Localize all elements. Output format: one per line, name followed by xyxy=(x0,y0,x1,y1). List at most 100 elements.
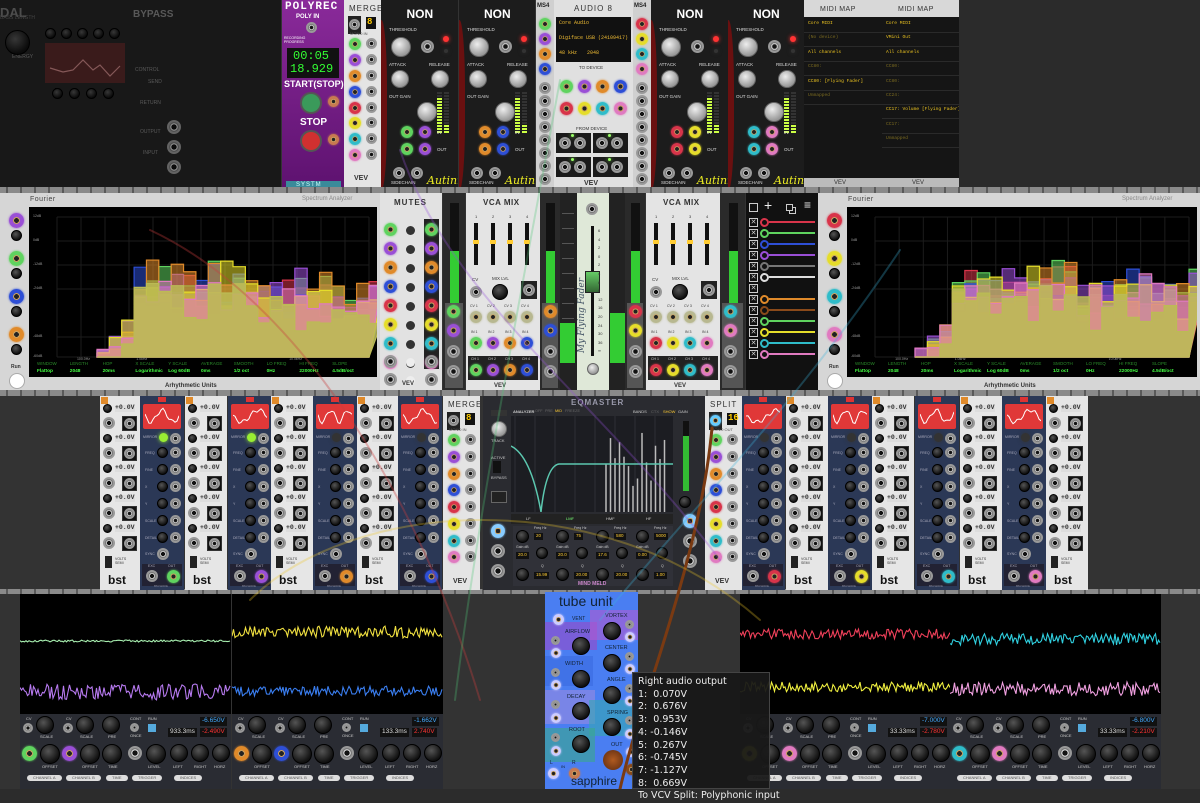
jack-icon[interactable] xyxy=(984,478,995,489)
knob-icon[interactable] xyxy=(492,284,508,300)
run-toggle[interactable] xyxy=(1078,724,1086,732)
knob-icon[interactable] xyxy=(932,447,943,458)
fader-handle[interactable] xyxy=(653,240,659,244)
cable-jack-icon[interactable] xyxy=(636,33,648,45)
cable-jack-icon[interactable] xyxy=(349,69,361,82)
jack-icon[interactable] xyxy=(539,173,551,185)
jack-icon[interactable] xyxy=(523,284,535,296)
remove-cable-checkbox[interactable]: ✕ xyxy=(749,240,758,249)
jack-icon[interactable] xyxy=(258,532,269,543)
cable-jack-icon[interactable] xyxy=(942,570,955,583)
jack-icon[interactable] xyxy=(128,746,142,760)
jack-icon[interactable] xyxy=(103,537,115,549)
knob-icon[interactable] xyxy=(556,530,569,543)
mode-switch[interactable] xyxy=(791,556,798,568)
knob-icon[interactable] xyxy=(963,404,972,413)
jack-icon[interactable] xyxy=(465,467,476,479)
cable-jack-icon[interactable] xyxy=(328,134,339,145)
knob-icon[interactable] xyxy=(875,524,884,533)
jack-icon[interactable] xyxy=(963,507,975,519)
jack-icon[interactable] xyxy=(274,537,286,549)
jack-icon[interactable] xyxy=(124,478,135,489)
knob-icon[interactable] xyxy=(102,744,122,764)
cable-jack-icon[interactable] xyxy=(952,746,967,761)
jack-icon[interactable] xyxy=(366,53,377,65)
knob-icon[interactable] xyxy=(382,744,400,762)
knob-icon[interactable] xyxy=(1049,464,1058,473)
jack-icon[interactable] xyxy=(360,537,372,549)
knob-icon[interactable] xyxy=(76,716,94,734)
knob-icon[interactable] xyxy=(932,498,943,509)
jack-icon[interactable] xyxy=(727,434,738,445)
jack-icon[interactable] xyxy=(428,433,439,444)
jack-icon[interactable] xyxy=(366,117,377,129)
jack-icon[interactable] xyxy=(360,447,372,459)
jack-icon[interactable] xyxy=(258,481,269,492)
cable-jack-icon[interactable] xyxy=(470,364,482,376)
knob-icon[interactable] xyxy=(687,102,707,122)
jack-icon[interactable] xyxy=(771,532,782,543)
knob-icon[interactable] xyxy=(245,481,256,492)
jack-icon[interactable] xyxy=(1032,481,1043,492)
param-value[interactable]: 22000Hz xyxy=(299,369,318,375)
jack-icon[interactable] xyxy=(209,448,220,459)
cable-jack-icon[interactable] xyxy=(349,101,361,114)
jack-icon[interactable] xyxy=(381,448,392,459)
jack-icon[interactable] xyxy=(428,515,439,526)
cable-jack-icon[interactable] xyxy=(650,337,662,349)
knob-icon[interactable] xyxy=(509,70,527,88)
param-value[interactable]: 22000Hz xyxy=(1119,369,1138,375)
jack-icon[interactable] xyxy=(945,433,956,444)
knob-icon[interactable] xyxy=(845,498,856,509)
cable-jack-icon[interactable] xyxy=(448,501,460,513)
jack-icon[interactable] xyxy=(789,477,801,489)
jack-icon[interactable] xyxy=(349,19,360,30)
jack-icon[interactable] xyxy=(963,537,975,549)
knob-icon[interactable] xyxy=(157,464,168,475)
knob-icon[interactable] xyxy=(245,515,256,526)
cable-jack-icon[interactable] xyxy=(710,450,722,463)
knob-icon[interactable] xyxy=(274,494,283,503)
jack-icon[interactable] xyxy=(636,173,648,185)
jack-icon[interactable] xyxy=(984,508,995,519)
cable-jack-icon[interactable] xyxy=(748,126,760,138)
cable-jack-icon[interactable] xyxy=(448,551,460,564)
knob-icon[interactable] xyxy=(845,515,856,526)
cable-color-icon[interactable] xyxy=(760,328,769,337)
knob-icon[interactable] xyxy=(1019,464,1030,475)
jack-icon[interactable] xyxy=(1070,418,1081,429)
knob-icon[interactable] xyxy=(292,744,312,764)
jack-icon[interactable] xyxy=(858,447,869,458)
knob-icon[interactable] xyxy=(932,532,943,543)
jack-icon[interactable] xyxy=(425,355,438,368)
cable-color-icon[interactable] xyxy=(760,306,769,315)
jack-icon[interactable] xyxy=(275,723,285,733)
knob-icon[interactable] xyxy=(274,464,283,473)
jack-icon[interactable] xyxy=(896,478,907,489)
knob-icon[interactable] xyxy=(789,434,798,443)
cable-jack-icon[interactable] xyxy=(551,680,561,690)
analyzer-option[interactable]: OFF xyxy=(535,409,543,414)
cable-color-icon[interactable] xyxy=(760,262,769,271)
cable-jack-icon[interactable] xyxy=(234,746,249,761)
jack-icon[interactable] xyxy=(1049,447,1061,459)
select-all-checkbox[interactable] xyxy=(749,203,758,212)
knob-icon[interactable] xyxy=(11,268,22,279)
knob-icon[interactable] xyxy=(845,481,856,492)
knob-icon[interactable] xyxy=(800,744,820,764)
param-value[interactable]: Logarithmic xyxy=(135,369,162,375)
knob-icon[interactable] xyxy=(758,464,769,475)
midi-setting[interactable]: Core MIDI xyxy=(886,21,911,27)
knob-icon[interactable] xyxy=(758,515,769,526)
cable-jack-icon[interactable] xyxy=(544,324,557,337)
remove-cable-checkbox[interactable]: ✕ xyxy=(749,284,758,293)
knob-icon[interactable] xyxy=(758,532,769,543)
jack-icon[interactable] xyxy=(858,464,869,475)
midi-setting[interactable]: Core MIDI xyxy=(808,21,833,27)
jack-icon[interactable] xyxy=(245,548,257,560)
jack-icon[interactable] xyxy=(845,548,857,560)
jack-icon[interactable] xyxy=(963,417,975,429)
jack-icon[interactable] xyxy=(539,134,551,146)
knob-icon[interactable] xyxy=(1049,404,1058,413)
jack-icon[interactable] xyxy=(539,147,551,159)
